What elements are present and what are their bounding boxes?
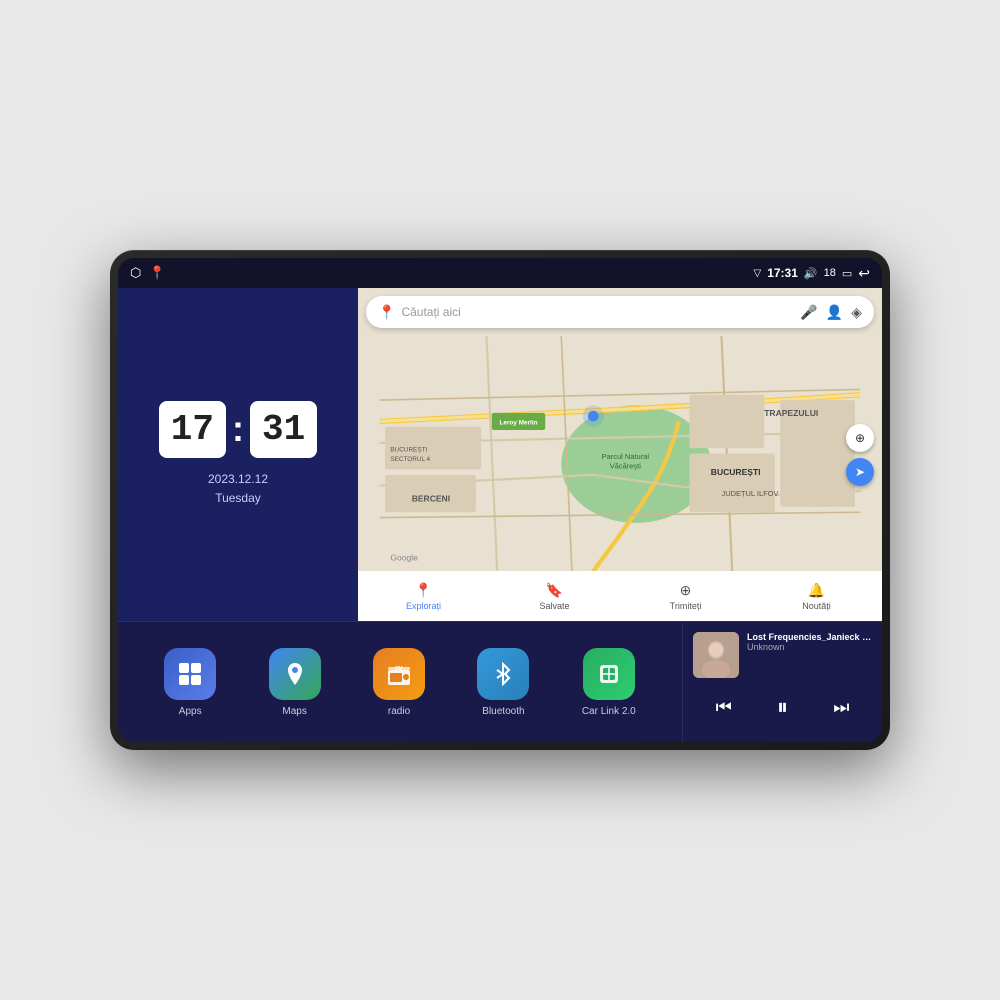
map-explore-tab[interactable]: 📍 Explorați (358, 582, 489, 611)
prev-button[interactable]: ⏮ (716, 697, 732, 718)
saved-icon: 🔖 (546, 582, 563, 599)
back-icon[interactable]: ↩ (858, 265, 870, 282)
app-maps[interactable]: Maps (269, 648, 321, 717)
clock-panel: 17 : 31 2023.12.12 Tuesday (118, 288, 358, 621)
news-icon: 🔔 (808, 582, 825, 599)
status-bar: ⬡ 📍 ▽ 17:31 🔊 18 ▭ ↩ (118, 258, 882, 288)
navigate-btn[interactable]: ➤ (846, 458, 874, 486)
music-title: Lost Frequencies_Janieck Devy-... (747, 632, 872, 642)
clock-hours: 17 (159, 401, 226, 458)
layers-icon[interactable]: ◈ (851, 304, 862, 321)
send-icon: ⊕ (680, 582, 692, 599)
maps-app-icon (269, 648, 321, 700)
apps-bar: Apps Maps (118, 622, 682, 742)
volume-icon: 🔊 (804, 267, 818, 280)
clock-display: 17 : 31 (159, 401, 317, 458)
music-text: Lost Frequencies_Janieck Devy-... Unknow… (747, 632, 872, 652)
map-panel[interactable]: 📍 Căutați aici 🎤 👤 ◈ (358, 288, 882, 621)
apps-icon (164, 648, 216, 700)
clock-date: 2023.12.12 Tuesday (208, 470, 268, 508)
svg-text:JUDEȚUL ILFOV: JUDEȚUL ILFOV (721, 489, 778, 498)
music-controls: ⏮ ⏸ ⏭ (693, 694, 872, 720)
svg-text:BUCUREȘTI: BUCUREȘTI (390, 446, 427, 453)
apps-label: Apps (179, 706, 202, 717)
app-radio[interactable]: FM radio (373, 648, 425, 717)
send-label: Trimiteți (670, 601, 702, 611)
explore-icon: 📍 (415, 582, 432, 599)
map-news-tab[interactable]: 🔔 Noutăți (751, 582, 882, 611)
map-controls: ⊕ ➤ (846, 424, 874, 486)
map-area: Parcul Natural Văcărești (358, 336, 882, 571)
status-left-icons: ⬡ 📍 (130, 265, 166, 281)
svg-text:Parcul Natural: Parcul Natural (602, 452, 650, 461)
svg-text:Leroy Merlin: Leroy Merlin (500, 420, 538, 427)
carlink-label: Car Link 2.0 (582, 706, 636, 717)
next-button[interactable]: ⏭ (833, 697, 849, 718)
time-display: 17:31 (767, 266, 798, 280)
main-content: 17 : 31 2023.12.12 Tuesday 📍 Căutați aic… (118, 288, 882, 742)
bluetooth-icon (477, 648, 529, 700)
radio-label: radio (388, 706, 410, 717)
svg-text:TRAPEZULUI: TRAPEZULUI (764, 408, 818, 418)
carlink-icon (583, 648, 635, 700)
top-section: 17 : 31 2023.12.12 Tuesday 📍 Căutați aic… (118, 288, 882, 622)
battery-icon: ▭ (842, 267, 852, 280)
svg-text:BUCUREȘTI: BUCUREȘTI (711, 467, 761, 477)
map-send-tab[interactable]: ⊕ Trimiteți (620, 582, 751, 611)
screen: ⬡ 📍 ▽ 17:31 🔊 18 ▭ ↩ 17 : (118, 258, 882, 742)
explore-label: Explorați (406, 601, 441, 611)
map-bottom-bar: 📍 Explorați 🔖 Salvate ⊕ Trimiteți 🔔 (358, 571, 882, 621)
svg-text:Google: Google (390, 552, 418, 562)
account-icon[interactable]: 👤 (826, 304, 843, 321)
svg-text:Văcărești: Văcărești (610, 461, 641, 470)
saved-label: Salvate (539, 601, 569, 611)
signal-icon: ▽ (754, 268, 762, 279)
battery-level: 18 (824, 267, 836, 279)
radio-icon: FM (373, 648, 425, 700)
map-search-bar[interactable]: 📍 Căutați aici 🎤 👤 ◈ (366, 296, 874, 328)
bluetooth-label: Bluetooth (482, 706, 524, 717)
map-search-actions: 🎤 👤 ◈ (800, 304, 862, 321)
map-search-placeholder[interactable]: Căutați aici (401, 305, 794, 319)
status-right-info: ▽ 17:31 🔊 18 ▭ ↩ (754, 265, 871, 282)
music-thumbnail (693, 632, 739, 678)
clock-minutes: 31 (250, 401, 317, 458)
maps-icon[interactable]: 📍 (149, 265, 165, 281)
svg-text:BERCENI: BERCENI (412, 494, 450, 504)
app-bluetooth[interactable]: Bluetooth (477, 648, 529, 717)
car-head-unit: ⬡ 📍 ▽ 17:31 🔊 18 ▭ ↩ 17 : (110, 250, 890, 750)
music-artist: Unknown (747, 642, 872, 652)
app-carlink[interactable]: Car Link 2.0 (582, 648, 636, 717)
map-svg: Parcul Natural Văcărești (358, 336, 882, 571)
news-label: Noutăți (802, 601, 831, 611)
music-info: Lost Frequencies_Janieck Devy-... Unknow… (693, 632, 872, 678)
locate-btn[interactable]: ⊕ (846, 424, 874, 452)
map-saved-tab[interactable]: 🔖 Salvate (489, 582, 620, 611)
album-art (693, 632, 739, 678)
svg-text:FM: FM (395, 666, 402, 672)
svg-text:SECTORUL 4: SECTORUL 4 (390, 456, 430, 463)
map-pin-icon: 📍 (378, 304, 395, 321)
home-icon[interactable]: ⬡ (130, 265, 141, 281)
play-pause-button[interactable]: ⏸ (777, 694, 788, 720)
bottom-section: Apps Maps (118, 622, 882, 742)
maps-label: Maps (282, 706, 306, 717)
mic-icon[interactable]: 🎤 (800, 304, 817, 321)
app-apps[interactable]: Apps (164, 648, 216, 717)
clock-separator: : (232, 408, 244, 450)
music-panel: Lost Frequencies_Janieck Devy-... Unknow… (682, 622, 882, 742)
